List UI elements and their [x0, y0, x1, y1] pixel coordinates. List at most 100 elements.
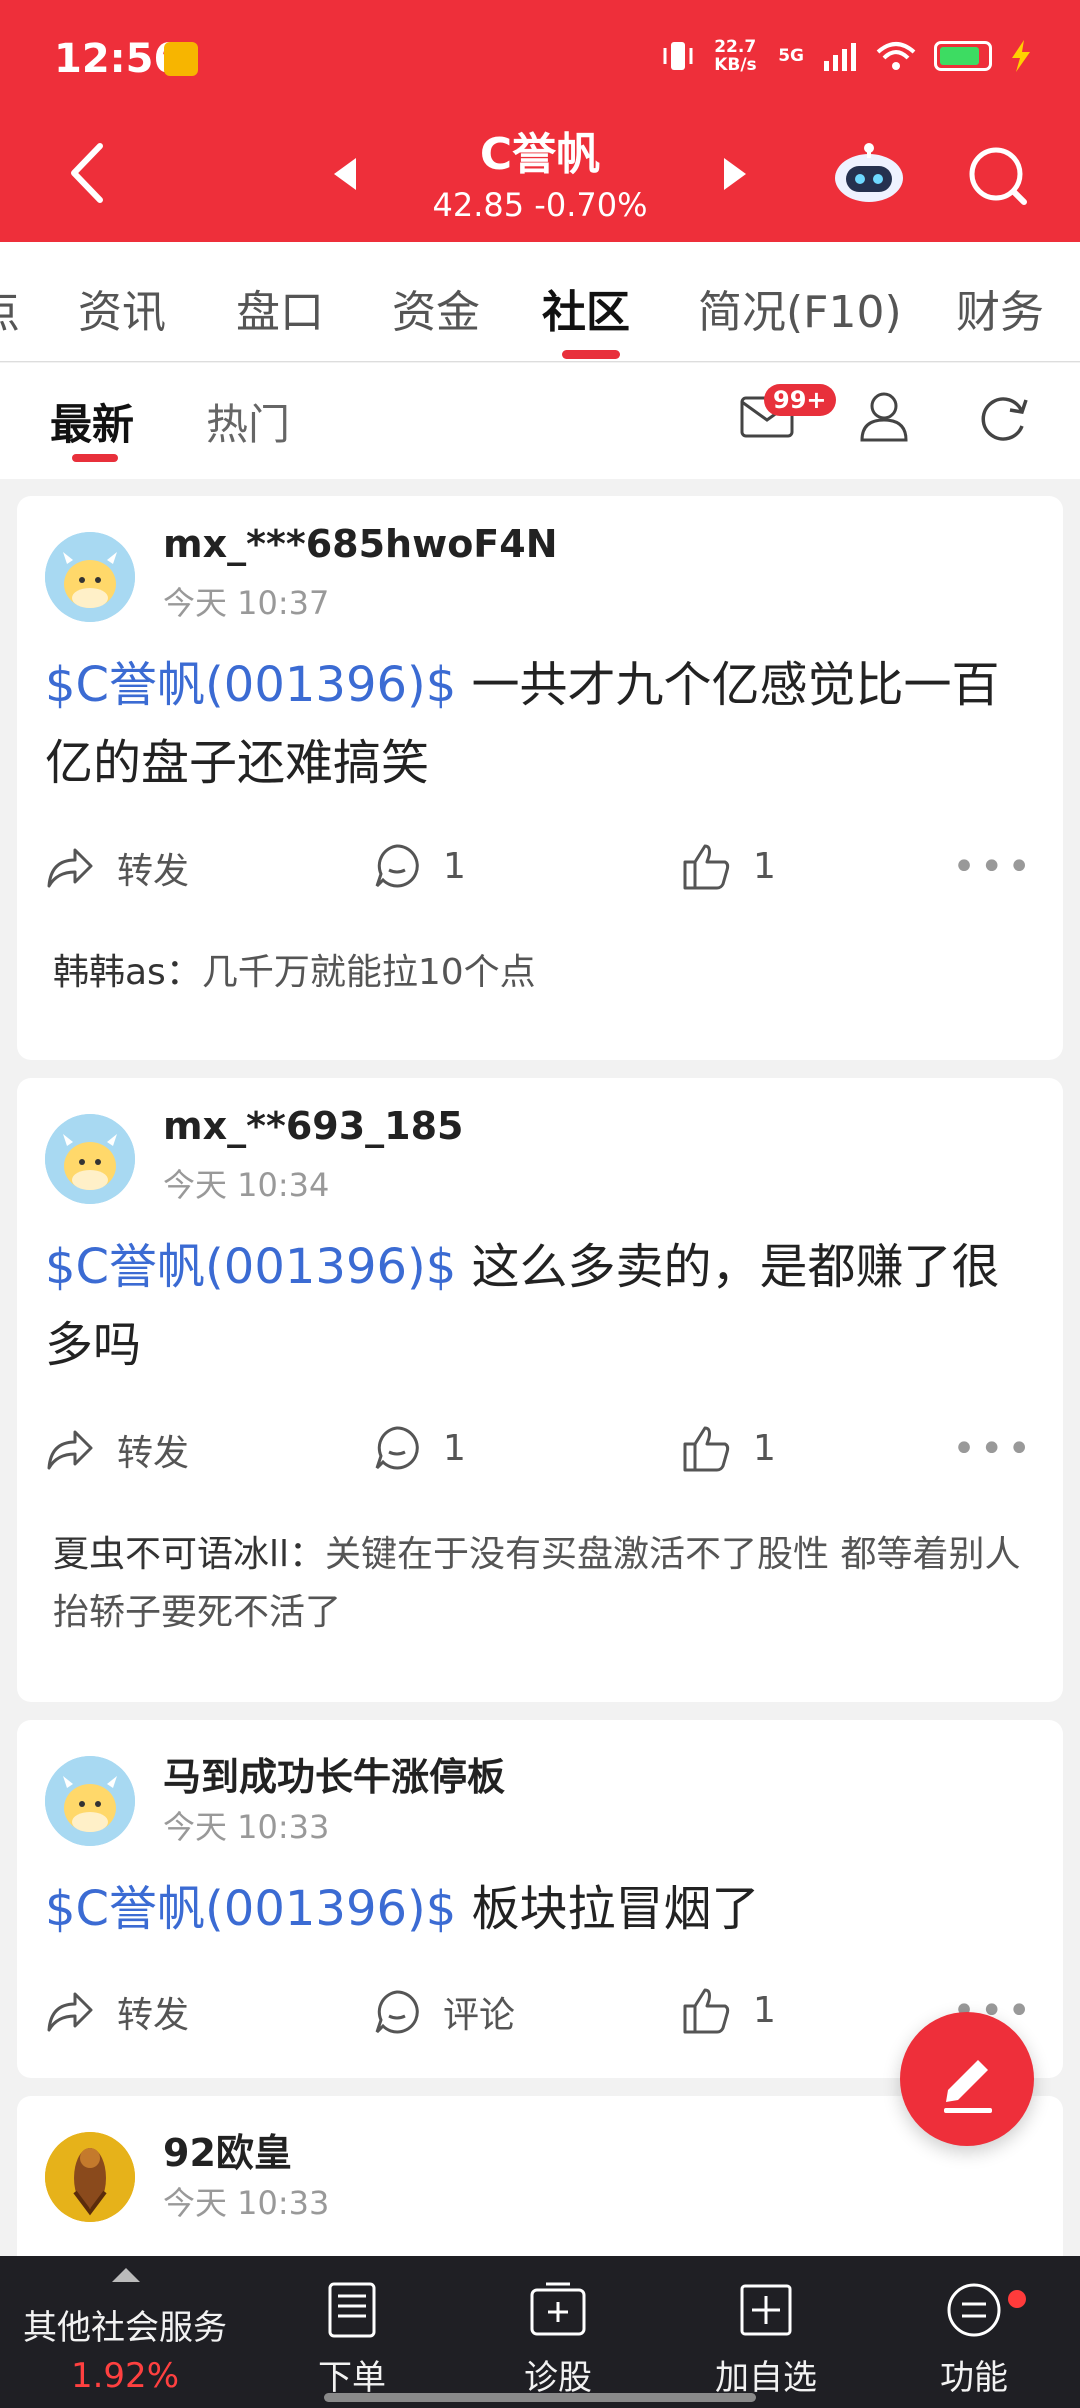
post-username[interactable]: mx_**693_185 [163, 1104, 464, 1148]
functions-notification-dot [1008, 2290, 1026, 2308]
reply-text: 几千万就能拉10个点 [201, 952, 536, 993]
menu-circle-icon [947, 2283, 1001, 2337]
compose-post-button[interactable] [900, 2012, 1034, 2146]
add-square-icon [740, 2284, 792, 2336]
order-doc-icon [328, 2282, 376, 2338]
post-actions: 转发 评论 1 ••• [45, 1986, 1045, 2046]
refresh-icon[interactable] [976, 392, 1030, 446]
sector-name: 其他社会服务 [23, 2308, 227, 2348]
thumbs-up-icon [683, 1426, 730, 1472]
forward-button[interactable]: 转发 [45, 842, 189, 894]
bottom-toolbar: 其他社会服务 1.92% 下单 诊股 加自选 功能 [0, 2256, 1080, 2408]
post-content[interactable]: $C誉帆(001396)$ 这么多卖的，是都赚了很多吗 [45, 1228, 1035, 1384]
notification-icon [164, 42, 198, 76]
app-header: 12:56 22.7 KB/s 5G C誉帆 42.85 -0.70% [0, 0, 1080, 242]
comment-count: 1 [443, 845, 466, 887]
diagnose-button[interactable]: 诊股 [468, 2256, 648, 2408]
tab-capital[interactable]: 资金 [392, 276, 480, 340]
vibrate-icon [663, 42, 693, 70]
add-watchlist-label: 加自选 [715, 2358, 817, 2398]
tab-finance[interactable]: 财务 [956, 276, 1044, 340]
post-username[interactable]: 92欧皇 [163, 2122, 292, 2177]
stock-price: 42.85 -0.70% [432, 186, 648, 224]
stock-name: C誉帆 [479, 129, 601, 180]
reply-preview[interactable]: 韩韩as：几千万就能拉10个点 [53, 944, 1043, 1002]
more-options-icon[interactable]: ••• [952, 847, 1035, 887]
post-card[interactable]: mx_**693_185 今天 10:34 $C誉帆(001396)$ 这么多卖… [17, 1078, 1063, 1702]
network-type: 5G [778, 46, 804, 66]
add-watchlist-button[interactable]: 加自选 [676, 2256, 856, 2408]
like-button[interactable]: 1 [681, 1424, 776, 1472]
active-tab-indicator [562, 350, 620, 359]
post-time: 今天 10:34 [163, 1166, 330, 1204]
thumbs-up-icon [683, 1988, 730, 2034]
comment-button[interactable]: 1 [373, 842, 466, 890]
forward-button[interactable]: 转发 [45, 1424, 189, 1476]
share-icon [47, 1430, 93, 1470]
comment-button[interactable]: 评论 [373, 1986, 515, 2038]
post-text: 板块拉冒烟了 [456, 1881, 760, 1937]
forward-label: 转发 [117, 851, 190, 892]
charging-icon [1012, 40, 1030, 72]
wifi-icon [876, 42, 916, 70]
stock-tag-link[interactable]: $C誉帆(001396)$ [45, 1239, 456, 1295]
comment-count: 1 [443, 1427, 466, 1469]
subtab-hot[interactable]: 热门 [206, 391, 290, 452]
avatar[interactable] [45, 1114, 135, 1204]
tab-news[interactable]: 资讯 [78, 276, 166, 340]
reply-username: 韩韩as： [53, 952, 202, 993]
comment-button[interactable]: 1 [373, 1424, 466, 1472]
forward-label: 转发 [117, 1433, 190, 1474]
status-bar: 12:56 22.7 KB/s 5G [0, 0, 1080, 120]
comment-icon [375, 1426, 419, 1470]
tab-f10[interactable]: 简况(F10) [698, 276, 902, 340]
tab-community[interactable]: 社区 [542, 276, 630, 340]
like-button[interactable]: 1 [681, 842, 776, 890]
cow-avatar-icon [45, 1756, 135, 1846]
user-icon[interactable] [858, 390, 910, 442]
more-options-icon[interactable]: ••• [952, 1429, 1035, 1469]
battery-icon [934, 41, 992, 71]
like-count: 1 [753, 1989, 776, 2031]
post-time: 今天 10:33 [163, 2184, 330, 2222]
share-icon [47, 1992, 93, 2032]
tab-order-book[interactable]: 盘口 [236, 276, 324, 340]
post-content[interactable]: $C誉帆(001396)$ 一共才九个亿感觉比一百亿的盘子还难搞笑 [45, 646, 1035, 802]
forward-button[interactable]: 转发 [45, 1986, 189, 2038]
avatar[interactable] [45, 1756, 135, 1846]
avatar[interactable] [45, 2132, 135, 2222]
next-stock-icon[interactable] [720, 156, 750, 192]
search-icon[interactable] [966, 144, 1030, 208]
stock-tabs: 点 资讯 盘口 资金 社区 简况(F10) 财务 [0, 242, 1080, 362]
forward-label: 转发 [117, 1995, 190, 2036]
stock-tag-link[interactable]: $C誉帆(001396)$ [45, 657, 456, 713]
post-username[interactable]: 马到成功长牛涨停板 [163, 1746, 505, 1801]
tab-partial[interactable]: 点 [0, 276, 20, 340]
status-indicators: 22.7 KB/s 5G [660, 38, 1032, 74]
subtab-latest[interactable]: 最新 [50, 391, 134, 452]
sector-info-button[interactable]: 其他社会服务 1.92% [0, 2256, 250, 2408]
robot-assistant-icon[interactable] [832, 140, 906, 206]
avatar[interactable] [45, 532, 135, 622]
like-button[interactable]: 1 [681, 1986, 776, 2034]
network-speed: 22.7 KB/s [714, 37, 757, 75]
community-subtabs: 最新 热门 [0, 363, 1080, 479]
reply-preview[interactable]: 夏虫不可语冰ll：关键在于没有买盘激活不了股性 都等着别人抬轿子要死不活了 [53, 1526, 1043, 1642]
cow-avatar-icon [45, 532, 135, 622]
mail-badge: 99+ [764, 384, 836, 416]
active-subtab-indicator [72, 454, 118, 462]
sector-change: 1.92% [70, 2356, 179, 2396]
post-content[interactable]: $C誉帆(001396)$ 板块拉冒烟了 [45, 1870, 1035, 1948]
post-actions: 转发 1 1 ••• [45, 1424, 1045, 1484]
functions-button[interactable]: 功能 [884, 2256, 1064, 2408]
post-username[interactable]: mx_***685hwoF4N [163, 522, 558, 566]
like-count: 1 [753, 845, 776, 887]
comment-label: 评论 [443, 1995, 516, 2036]
order-button[interactable]: 下单 [262, 2256, 442, 2408]
signal-icon [824, 43, 856, 71]
status-time: 12:56 [54, 36, 182, 82]
pencil-icon [944, 2060, 992, 2113]
stock-tag-link[interactable]: $C誉帆(001396)$ [45, 1881, 456, 1937]
home-indicator[interactable] [324, 2393, 756, 2402]
post-card[interactable]: mx_***685hwoF4N 今天 10:37 $C誉帆(001396)$ 一… [17, 496, 1063, 1060]
